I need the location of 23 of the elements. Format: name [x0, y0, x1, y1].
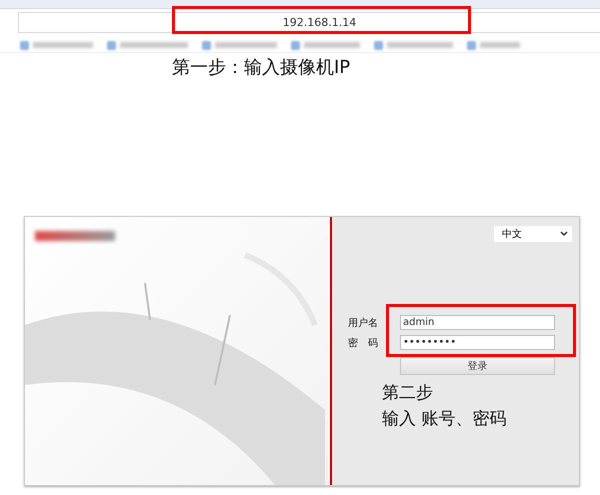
annotation-text: 第二步: [382, 382, 434, 405]
address-bar[interactable]: 192.168.1.14: [18, 12, 600, 33]
annotation-text: 输入 账号、密码: [382, 408, 508, 431]
blurred-bookmark[interactable]: [387, 42, 453, 48]
bookmark-icon[interactable]: [202, 40, 211, 50]
language-select[interactable]: 中文: [494, 226, 572, 242]
bookmark-icon[interactable]: [467, 40, 476, 50]
bookmark-icon[interactable]: [374, 40, 383, 50]
bookmark-icon[interactable]: [291, 40, 300, 50]
field-label: 用户名: [348, 316, 379, 330]
bookmark-icon[interactable]: [107, 40, 116, 50]
input-field[interactable]: •••••••••: [400, 335, 555, 350]
annotation-text: 第一步：输入摄像机IP: [172, 56, 352, 80]
blurred-bookmark[interactable]: [33, 42, 93, 48]
blurred-bookmark[interactable]: [304, 42, 360, 48]
blurred-bookmark[interactable]: [120, 42, 188, 48]
blurred-bookmark[interactable]: [215, 42, 277, 48]
bookmark-icon[interactable]: [20, 40, 29, 50]
chevron-down-icon: [560, 231, 568, 237]
blurred-bookmark[interactable]: [480, 42, 520, 48]
field-label: 密 码: [348, 336, 379, 350]
input-field[interactable]: admin: [400, 315, 555, 330]
login-button[interactable]: 登录: [400, 357, 555, 375]
